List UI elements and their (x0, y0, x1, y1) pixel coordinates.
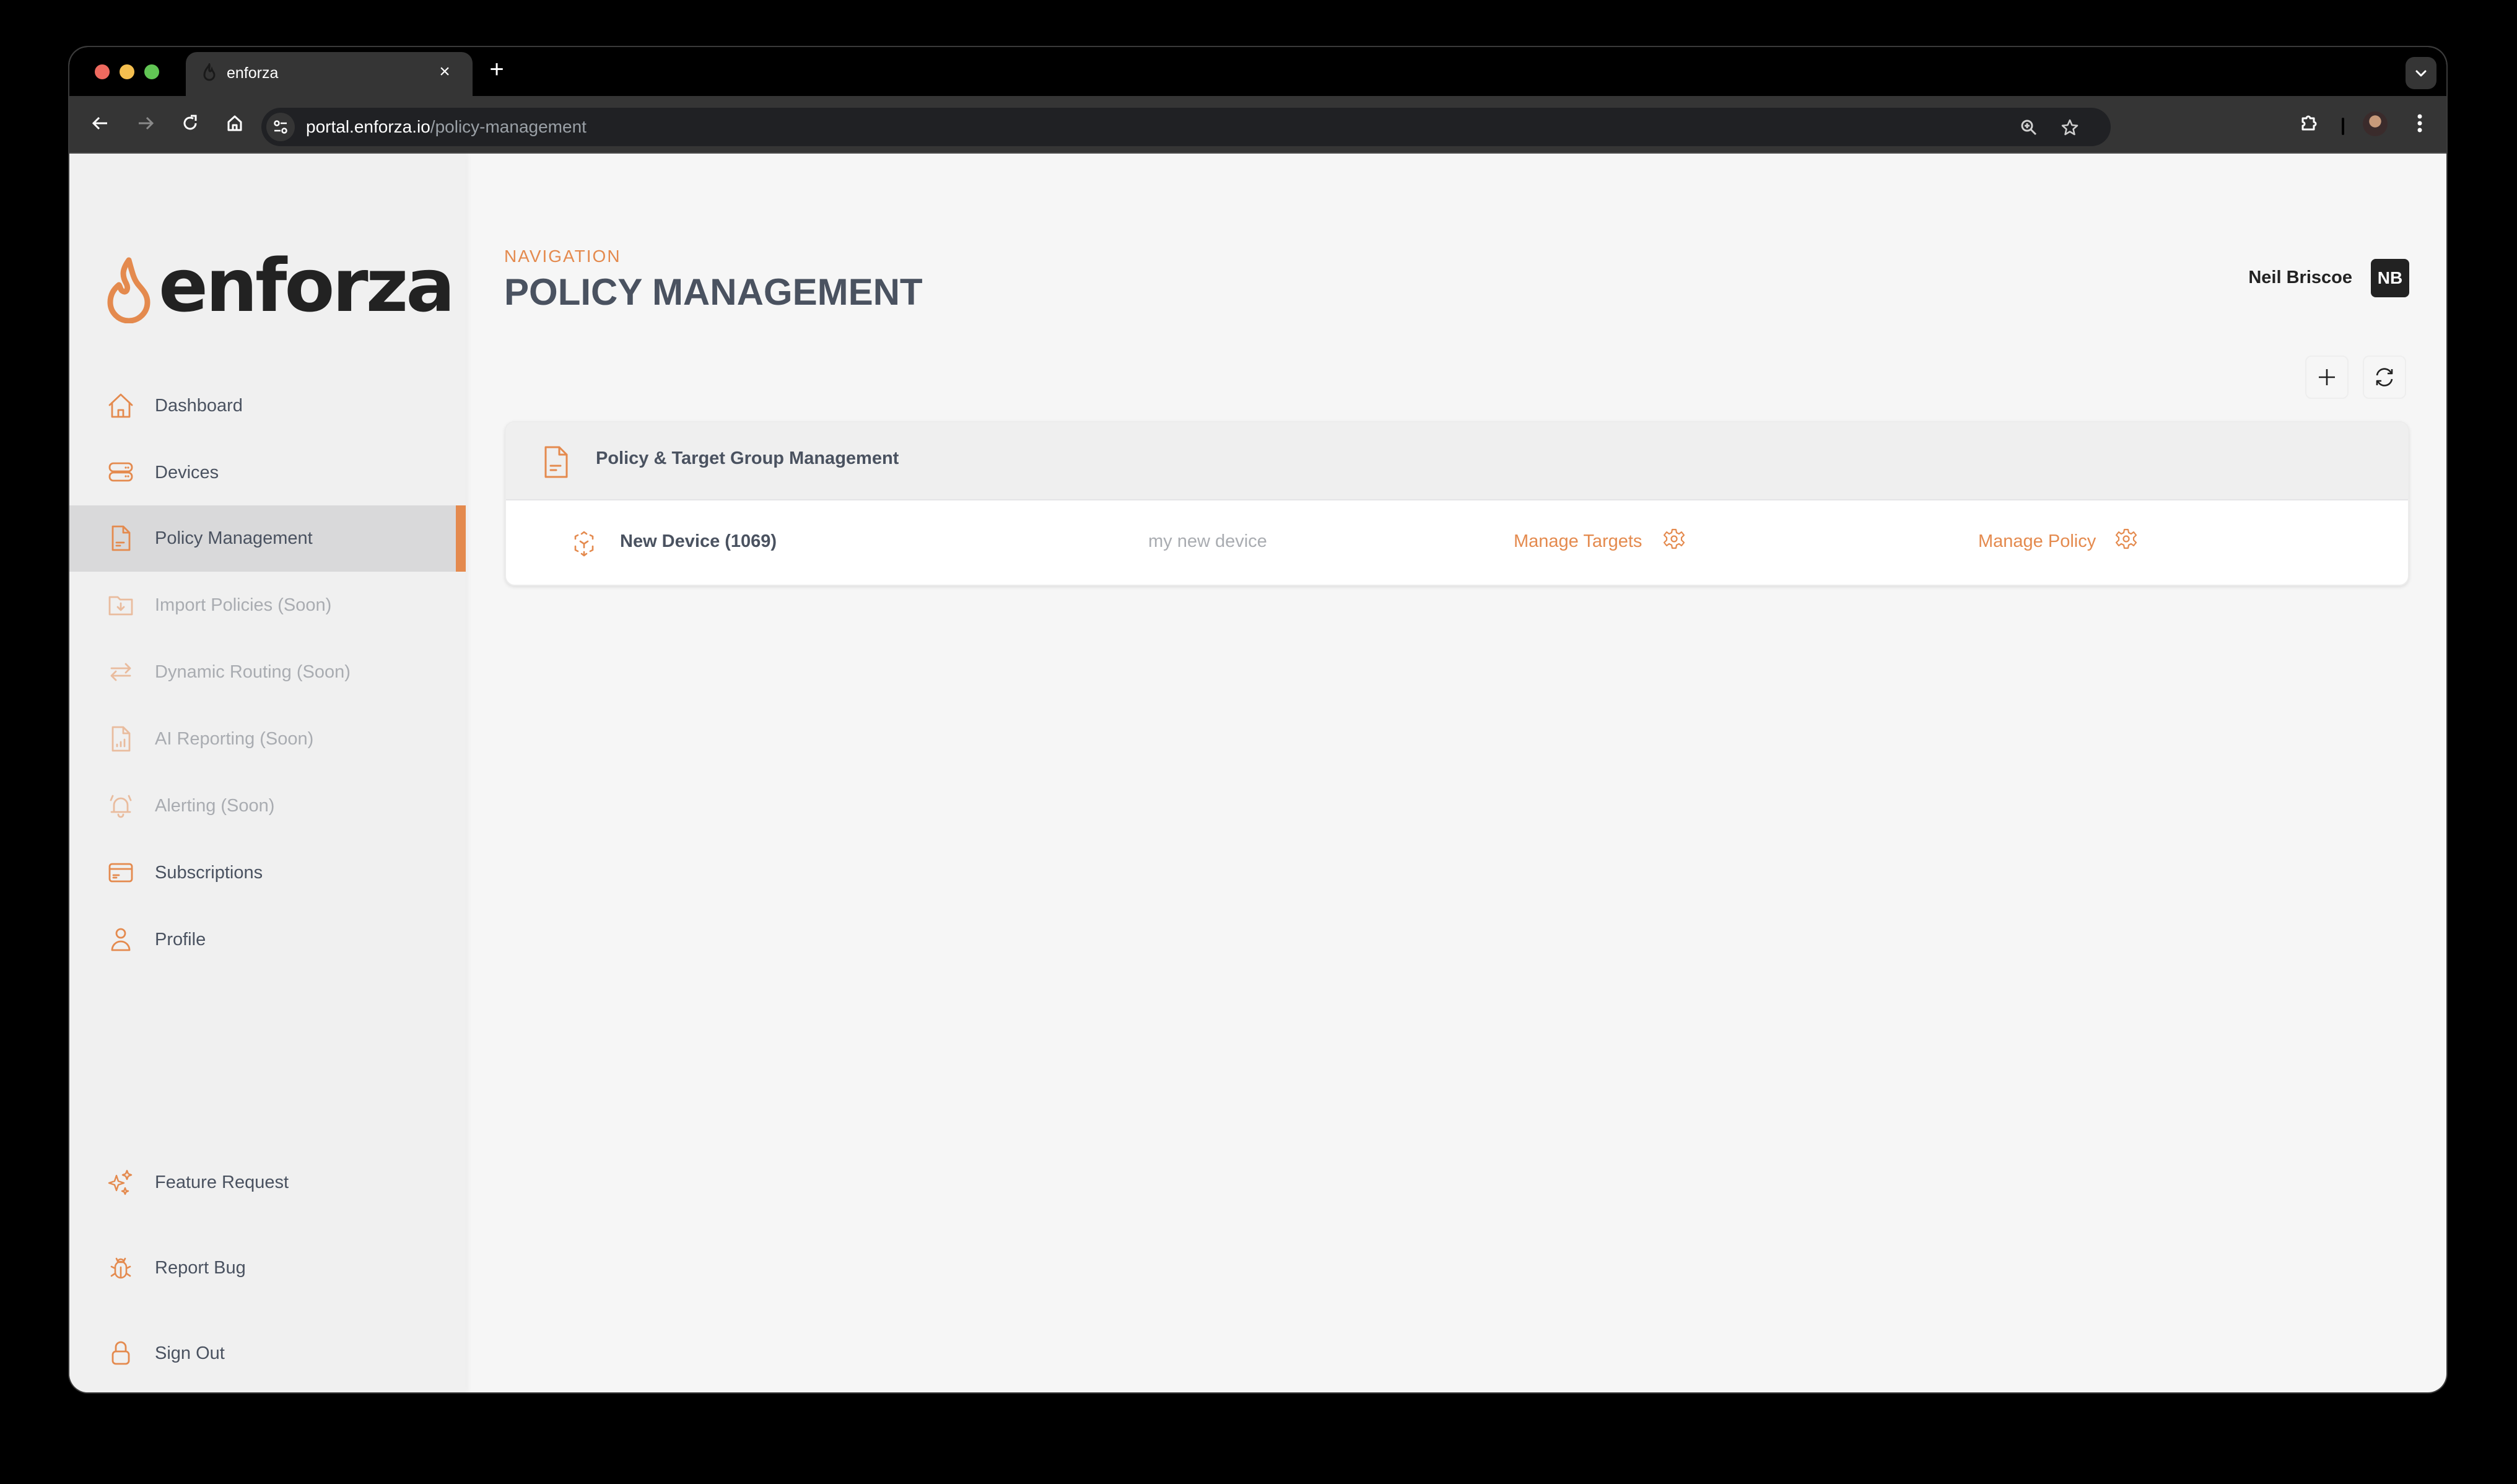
bell-ringing-icon (110, 795, 132, 818)
device-cube-icon (574, 531, 594, 557)
sidebar-item-devices[interactable]: Devices (69, 440, 466, 506)
bug-icon (110, 1257, 131, 1279)
zoom-button[interactable] (2017, 115, 2041, 140)
logo-wordmark: enforza (159, 243, 455, 328)
page-content: enforza Dashboard Devices Policy Managem… (69, 154, 2446, 1392)
arrow-right-icon (139, 116, 154, 130)
home-button[interactable] (222, 111, 247, 136)
sidebar-item-feature-request[interactable]: Feature Request (69, 1150, 466, 1216)
chevron-down-icon (2415, 70, 2427, 77)
url-path: /policy-management (430, 117, 587, 136)
tab-close-icon[interactable]: × (434, 61, 456, 83)
forward-button[interactable] (133, 111, 158, 136)
browser-toolbar: portal.enforza.io/policy-management (69, 96, 2446, 154)
tune-icon (274, 120, 287, 134)
new-tab-button[interactable]: + (483, 56, 510, 83)
star-icon (2061, 119, 2079, 136)
page-title: POLICY MANAGEMENT (504, 271, 923, 313)
url-text[interactable]: portal.enforza.io/policy-management (306, 116, 587, 137)
sparkles-icon (108, 1169, 133, 1195)
sidebar-item-label: Sign Out (155, 1343, 225, 1363)
back-button[interactable] (88, 111, 113, 136)
sidebar-item-label: Dynamic Routing (Soon) (155, 662, 351, 682)
document-chart-icon (111, 726, 131, 752)
policy-target-group-card: Policy & Target Group Management New Dev… (505, 421, 2409, 586)
sidebar-item-label: Import Policies (Soon) (155, 595, 332, 615)
add-button[interactable] (2305, 356, 2349, 399)
credit-card-icon (108, 863, 133, 883)
zoom-in-icon (2021, 120, 2037, 136)
tab-strip: enforza × + (69, 47, 2446, 96)
maximize-window-button[interactable] (144, 64, 159, 79)
main-panel: NAVIGATION POLICY MANAGEMENT Neil Brisco… (466, 154, 2446, 1392)
gear-icon[interactable] (1663, 528, 1685, 550)
device-name: New Device (1069) (620, 531, 777, 551)
arrows-exchange-icon (110, 663, 131, 681)
folder-download-icon (108, 596, 133, 616)
sidebar-item-subscriptions[interactable]: Subscriptions (69, 840, 466, 906)
enforza-logo[interactable]: enforza (105, 245, 455, 326)
arrow-left-icon (92, 116, 107, 130)
gear-icon[interactable] (2115, 528, 2137, 550)
tab-search-button[interactable] (2406, 57, 2436, 89)
sidebar-item-label: Dashboard (155, 396, 243, 416)
server-stack-icon (108, 462, 133, 482)
sidebar-item-label: Subscriptions (155, 863, 263, 883)
puzzle-icon (2301, 115, 2317, 131)
browser-menu-button[interactable] (2407, 111, 2432, 136)
flame-logo-icon (107, 257, 150, 323)
document-icon (544, 446, 568, 478)
home-icon (108, 393, 133, 418)
site-settings-button[interactable] (266, 113, 295, 141)
sidebar-item-report-bug[interactable]: Report Bug (69, 1235, 466, 1301)
sidebar-item-label: Devices (155, 463, 219, 482)
manage-targets-link[interactable]: Manage Targets (1514, 531, 1642, 552)
browser-profile-avatar[interactable] (2363, 111, 2388, 136)
sidebar-item-alerting[interactable]: Alerting (Soon) (69, 773, 466, 839)
plus-icon (2319, 369, 2335, 385)
refresh-button[interactable] (2363, 356, 2406, 399)
sidebar-item-label: Report Bug (155, 1258, 246, 1278)
home-icon (227, 115, 242, 131)
url-host: portal.enforza.io (306, 117, 430, 136)
sidebar-item-dashboard[interactable]: Dashboard (69, 373, 466, 439)
user-avatar[interactable]: NB (2371, 259, 2409, 297)
reload-button[interactable] (178, 111, 203, 136)
sidebar-item-label: AI Reporting (Soon) (155, 729, 314, 749)
browser-window: enforza × + portal.enforza.io/policy-man (69, 47, 2446, 1392)
sidebar: enforza Dashboard Devices Policy Managem… (69, 154, 466, 1392)
more-vertical-icon (2417, 114, 2422, 133)
sidebar-item-label: Profile (155, 930, 206, 949)
sidebar-item-ai-reporting[interactable]: AI Reporting (Soon) (69, 706, 466, 772)
toolbar-separator (2342, 118, 2344, 135)
bookmark-button[interactable] (2057, 115, 2082, 140)
close-window-button[interactable] (95, 64, 110, 79)
sidebar-item-dynamic-routing[interactable]: Dynamic Routing (Soon) (69, 639, 466, 705)
card-title: Policy & Target Group Management (596, 448, 899, 468)
card-header: Policy & Target Group Management (506, 422, 2408, 500)
extensions-button[interactable] (2297, 111, 2321, 136)
browser-tab[interactable]: enforza × (186, 52, 473, 96)
sidebar-item-profile[interactable]: Profile (69, 907, 466, 973)
tab-title: enforza (227, 64, 279, 82)
sidebar-item-import-policies[interactable]: Import Policies (Soon) (69, 572, 466, 639)
user-icon (111, 928, 131, 951)
lock-icon (111, 1341, 130, 1365)
sidebar-item-label: Alerting (Soon) (155, 796, 275, 816)
sidebar-item-sign-out[interactable]: Sign Out (69, 1320, 466, 1387)
document-icon (111, 525, 131, 551)
sidebar-item-label: Feature Request (155, 1172, 289, 1192)
address-bar[interactable]: portal.enforza.io/policy-management (261, 108, 2111, 146)
minimize-window-button[interactable] (120, 64, 134, 79)
breadcrumb: NAVIGATION (504, 247, 621, 266)
sidebar-item-policy-management[interactable]: Policy Management (69, 505, 466, 572)
reload-icon (183, 115, 197, 130)
manage-policy-link[interactable]: Manage Policy (1978, 531, 2096, 552)
refresh-icon (2376, 368, 2393, 386)
device-description: my new device (1148, 531, 1267, 551)
device-row: New Device (1069) my new device Manage T… (506, 500, 2408, 585)
user-name[interactable]: Neil Briscoe (2248, 268, 2352, 288)
flame-favicon-icon (203, 63, 216, 81)
sidebar-item-label: Policy Management (155, 528, 313, 548)
